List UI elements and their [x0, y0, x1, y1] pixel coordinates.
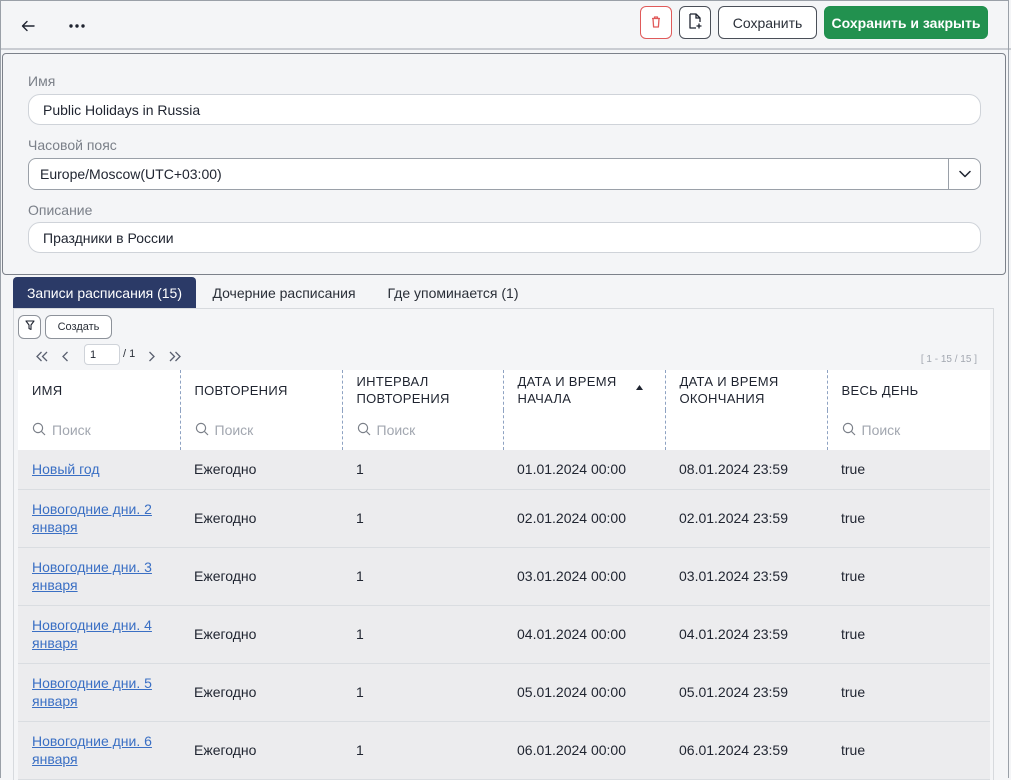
description-field[interactable]: Праздники в России [28, 222, 981, 253]
page-total: / 1 [123, 348, 136, 360]
cell-end: 04.01.2024 23:59 [665, 605, 827, 664]
cell-all-day: true [827, 547, 990, 606]
cell-end: 05.01.2024 23:59 [665, 663, 827, 722]
cell-all-day: true [827, 450, 990, 490]
records-table: ИМЯ ПОВТОРЕНИЯ ИНТЕРВАЛ ПОВТОРЕНИЯ ДАТА … [18, 370, 990, 780]
cell-interval: 1 [342, 721, 503, 780]
document-add-icon [688, 13, 702, 32]
search-start-empty [503, 410, 666, 450]
record-link[interactable]: Новый год [32, 461, 100, 477]
table-row[interactable]: Новый год Ежегодно 1 01.01.2024 00:00 08… [18, 450, 990, 490]
timezone-select[interactable]: Europe/Moscow(UTC+03:00) [28, 158, 981, 190]
cell-end: 03.01.2024 23:59 [665, 547, 827, 606]
tab-child-schedules[interactable]: Дочерние расписания [200, 277, 368, 308]
cell-interval: 1 [342, 489, 503, 548]
cell-end: 08.01.2024 23:59 [665, 450, 827, 490]
cell-all-day: true [827, 721, 990, 780]
cell-all-day: true [827, 605, 990, 664]
record-link[interactable]: Новогодние дни. 6 января [32, 733, 152, 767]
top-toolbar: Сохранить Сохранить и закрыть [0, 0, 1011, 50]
cell-start: 05.01.2024 00:00 [503, 663, 665, 722]
search-icon [357, 422, 371, 439]
column-header-repeat[interactable]: ПОВТОРЕНИЯ [180, 370, 343, 410]
last-page-icon[interactable] [167, 348, 183, 364]
table-row[interactable]: Новогодние дни. 5 января Ежегодно 1 05.0… [18, 663, 990, 722]
cell-repeat: Ежегодно [180, 547, 342, 606]
column-header-end[interactable]: ДАТА И ВРЕМЯ ОКОНЧАНИЯ [665, 370, 828, 410]
prev-page-icon[interactable] [57, 348, 73, 364]
table-row[interactable]: Новогодние дни. 6 января Ежегодно 1 06.0… [18, 721, 990, 780]
save-button[interactable]: Сохранить [718, 6, 817, 39]
search-icon [842, 422, 856, 439]
cell-start: 01.01.2024 00:00 [503, 450, 665, 490]
cell-repeat: Ежегодно [180, 663, 342, 722]
table-search-row: Поиск Поиск Поиск Поиск [18, 410, 990, 450]
name-label: Имя [28, 73, 56, 89]
search-end-empty [665, 410, 828, 450]
tab-mentions[interactable]: Где упоминается (1) [375, 277, 531, 308]
save-and-close-button[interactable]: Сохранить и закрыть [824, 6, 988, 39]
cell-all-day: true [827, 489, 990, 548]
new-document-button[interactable] [679, 6, 711, 39]
cell-interval: 1 [342, 450, 503, 490]
record-link[interactable]: Новогодние дни. 2 января [32, 501, 152, 535]
cell-start: 02.01.2024 00:00 [503, 489, 665, 548]
records-range: [ 1 - 15 / 15 ] [920, 354, 977, 365]
table-row[interactable]: Новогодние дни. 2 января Ежегодно 1 02.0… [18, 489, 990, 548]
search-repeat[interactable]: Поиск [180, 410, 343, 450]
create-button[interactable]: Создать [45, 315, 112, 339]
cell-start: 06.01.2024 00:00 [503, 721, 665, 780]
sort-asc-icon [635, 373, 643, 394]
more-options-icon[interactable] [63, 12, 91, 40]
back-arrow-icon[interactable] [14, 12, 42, 40]
column-header-start[interactable]: ДАТА И ВРЕМЯ НАЧАЛА [503, 370, 666, 410]
table-header-row: ИМЯ ПОВТОРЕНИЯ ИНТЕРВАЛ ПОВТОРЕНИЯ ДАТА … [18, 370, 990, 410]
cell-start: 04.01.2024 00:00 [503, 605, 665, 664]
table-row[interactable]: Новогодние дни. 3 января Ежегодно 1 03.0… [18, 547, 990, 606]
description-label: Описание [28, 202, 93, 218]
search-interval[interactable]: Поиск [342, 410, 504, 450]
timezone-value: Europe/Moscow(UTC+03:00) [40, 166, 222, 182]
record-link[interactable]: Новогодние дни. 5 января [32, 675, 152, 709]
name-field[interactable]: Public Holidays in Russia [28, 94, 981, 125]
first-page-icon[interactable] [34, 348, 50, 364]
search-icon [32, 422, 46, 439]
cell-interval: 1 [342, 663, 503, 722]
cell-end: 02.01.2024 23:59 [665, 489, 827, 548]
search-name[interactable]: Поиск [18, 410, 181, 450]
form-panel: Имя Public Holidays in Russia Часовой по… [2, 53, 1006, 275]
record-link[interactable]: Новогодние дни. 4 января [32, 617, 152, 651]
cell-interval: 1 [342, 547, 503, 606]
filter-button[interactable] [18, 315, 41, 339]
search-all-day[interactable]: Поиск [827, 410, 990, 450]
column-header-interval[interactable]: ИНТЕРВАЛ ПОВТОРЕНИЯ [342, 370, 504, 410]
record-link[interactable]: Новогодние дни. 3 января [32, 559, 152, 593]
next-page-icon[interactable] [144, 348, 160, 364]
cell-interval: 1 [342, 605, 503, 664]
tab-schedule-records[interactable]: Записи расписания (15) [13, 277, 196, 308]
delete-button[interactable] [640, 6, 672, 39]
cell-start: 03.01.2024 00:00 [503, 547, 665, 606]
cell-all-day: true [827, 663, 990, 722]
cell-repeat: Ежегодно [180, 450, 342, 490]
column-header-name[interactable]: ИМЯ [18, 370, 181, 410]
filter-icon [24, 320, 35, 334]
records-grid-panel: Создать 1 / 1 [ 1 - 15 / 15 ] ИМЯ ПОВТОР… [13, 308, 994, 780]
cell-repeat: Ежегодно [180, 605, 342, 664]
column-header-all-day[interactable]: ВЕСЬ ДЕНЬ [827, 370, 990, 410]
search-icon [195, 422, 209, 439]
cell-end: 06.01.2024 23:59 [665, 721, 827, 780]
page-number-input[interactable]: 1 [84, 344, 120, 365]
chevron-down-icon[interactable] [948, 159, 980, 189]
trash-icon [651, 15, 661, 31]
table-row[interactable]: Новогодние дни. 4 января Ежегодно 1 04.0… [18, 605, 990, 664]
cell-repeat: Ежегодно [180, 489, 342, 548]
timezone-label: Часовой пояс [28, 137, 117, 153]
cell-repeat: Ежегодно [180, 721, 342, 780]
